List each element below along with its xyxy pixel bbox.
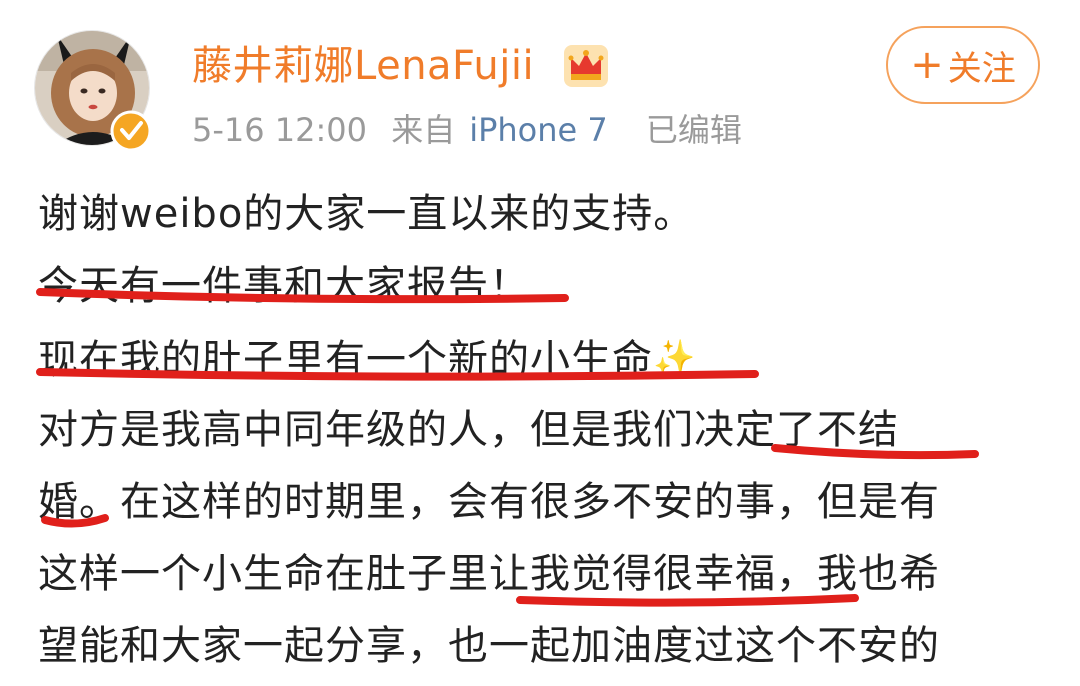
- weibo-post: 藤井莉娜LenaFujii 5-16 12:00 来自 iPhone 7 已编辑 …: [0, 0, 1080, 686]
- follow-button[interactable]: + 关注: [886, 26, 1040, 104]
- source-prefix: 来自: [391, 111, 456, 149]
- post-line-7: 望能和大家一起分享，也一起加油度过这个不安的: [38, 623, 940, 669]
- username[interactable]: 藤井莉娜LenaFujii: [192, 38, 534, 94]
- sparkle-icon: ✨: [653, 338, 697, 378]
- edited-label[interactable]: 已编辑: [646, 111, 742, 149]
- post-line-1: 谢谢weibo的大家一直以来的支持。: [38, 191, 695, 237]
- post-line-3: 现在我的肚子里有一个新的小生命✨: [38, 322, 1048, 394]
- post-line-2: 今天有一件事和大家报告！: [38, 263, 530, 309]
- post-line-5: 婚。在这样的时期里，会有很多不安的事，但是有: [38, 479, 940, 525]
- post-date: 5-16 12:00: [192, 111, 368, 149]
- post-line-6: 这样一个小生命在肚子里让我觉得很幸福，我也希: [38, 551, 940, 597]
- verified-badge-icon: [110, 110, 152, 152]
- post-line-3-text: 现在我的肚子里有一个新的小生命: [38, 337, 653, 383]
- crown-icon[interactable]: [563, 44, 609, 88]
- follow-label: 关注: [947, 48, 1016, 89]
- source-device[interactable]: iPhone 7: [469, 111, 608, 149]
- post-line-4: 对方是我高中同年级的人，但是我们决定了不结: [38, 407, 899, 453]
- plus-icon: +: [910, 42, 944, 88]
- post-text: 谢谢weibo的大家一直以来的支持。 今天有一件事和大家报告！ 现在我的肚子里有…: [38, 178, 1048, 682]
- post-meta: 5-16 12:00 来自 iPhone 7 已编辑: [192, 106, 756, 154]
